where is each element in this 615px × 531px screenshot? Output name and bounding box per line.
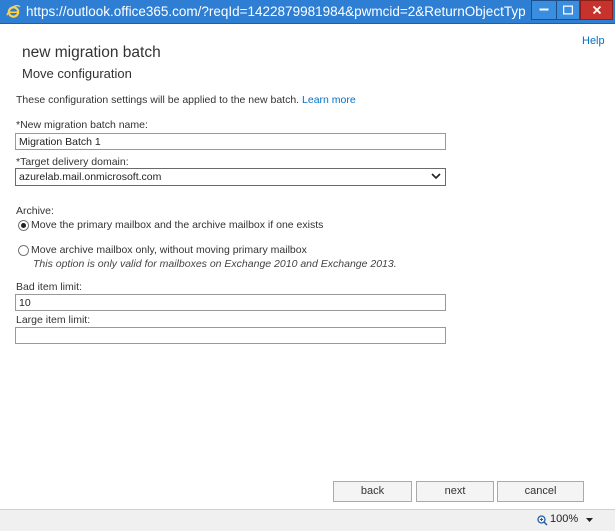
archive-option-1-label: Move the primary mailbox and the archive…: [31, 219, 324, 231]
page-title: new migration batch: [22, 44, 161, 61]
internet-explorer-icon: [6, 4, 21, 18]
radio-button-selected[interactable]: [18, 220, 29, 231]
archive-label: Archive:: [16, 205, 54, 217]
maximize-button[interactable]: [556, 0, 580, 20]
minimize-icon: [539, 8, 549, 11]
close-icon: [592, 5, 601, 15]
page-subtitle: Move configuration: [22, 66, 132, 81]
close-button[interactable]: [580, 0, 613, 20]
intro-text: These configuration settings will be app…: [16, 94, 356, 106]
target-domain-select[interactable]: azurelab.mail.onmicrosoft.com: [15, 168, 446, 186]
minimize-button[interactable]: [531, 0, 557, 20]
window-url: https://outlook.office365.com/?reqId=142…: [26, 4, 526, 19]
help-link[interactable]: Help: [582, 35, 605, 47]
batch-name-input[interactable]: Migration Batch 1: [15, 133, 446, 150]
target-domain-value: azurelab.mail.onmicrosoft.com: [19, 171, 162, 183]
maximize-icon: [563, 5, 573, 15]
next-button[interactable]: next: [416, 481, 494, 502]
large-item-limit-input[interactable]: [15, 327, 446, 344]
zoom-level[interactable]: 100%: [550, 513, 578, 525]
chevron-down-icon: [431, 173, 441, 180]
cancel-button[interactable]: cancel: [497, 481, 584, 502]
bad-item-limit-label: Bad item limit:: [16, 281, 82, 293]
title-bar: https://outlook.office365.com/?reqId=142…: [0, 0, 615, 24]
large-item-limit-label: Large item limit:: [16, 314, 91, 326]
intro-description: These configuration settings will be app…: [16, 94, 300, 106]
back-button[interactable]: back: [333, 481, 412, 502]
batch-name-label: *New migration batch name:: [16, 119, 148, 131]
archive-option-2-label: Move archive mailbox only, without movin…: [31, 244, 307, 256]
status-bar: 100%: [0, 509, 615, 531]
target-domain-label: *Target delivery domain:: [16, 156, 129, 168]
archive-option-note: This option is only valid for mailboxes …: [33, 258, 397, 270]
bad-item-limit-input[interactable]: 10: [15, 294, 446, 311]
zoom-dropdown-icon[interactable]: [586, 518, 593, 522]
learn-more-link[interactable]: Learn more: [302, 94, 356, 106]
radio-button-unselected[interactable]: [18, 245, 29, 256]
zoom-icon: [537, 515, 548, 526]
